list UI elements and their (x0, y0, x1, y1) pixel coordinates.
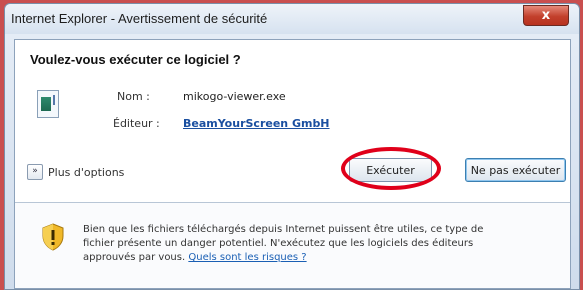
security-warning-dialog: Internet Explorer - Avertissement de séc… (4, 3, 580, 290)
name-label: Nom : (117, 90, 150, 103)
warning-message: Bien que les fichiers téléchargés depuis… (83, 223, 513, 265)
file-name-value: mikogo-viewer.exe (183, 90, 286, 103)
more-options-toggle[interactable]: » Plus d'options (27, 164, 124, 180)
dont-run-button[interactable]: Ne pas exécuter (465, 158, 566, 182)
warning-section: Bien que les fichiers téléchargés depuis… (15, 203, 570, 288)
publisher-label: Éditeur : (113, 117, 160, 130)
chevron-down-icon: » (27, 164, 43, 180)
shield-warning-icon (42, 223, 64, 251)
risks-link[interactable]: Quels sont les risques ? (188, 252, 306, 263)
window-title: Internet Explorer - Avertissement de séc… (11, 11, 268, 26)
dialog-content: Voulez-vous exécuter ce logiciel ? Nom :… (14, 39, 571, 289)
close-icon: x (541, 8, 551, 23)
run-button[interactable]: Exécuter (349, 158, 432, 182)
close-button[interactable]: x (523, 5, 569, 26)
more-options-label: Plus d'options (48, 165, 125, 179)
dialog-question: Voulez-vous exécuter ce logiciel ? (30, 52, 241, 67)
executable-file-icon (37, 90, 59, 118)
publisher-link[interactable]: BeamYourScreen GmbH (183, 117, 330, 130)
title-bar: Internet Explorer - Avertissement de séc… (5, 4, 579, 34)
